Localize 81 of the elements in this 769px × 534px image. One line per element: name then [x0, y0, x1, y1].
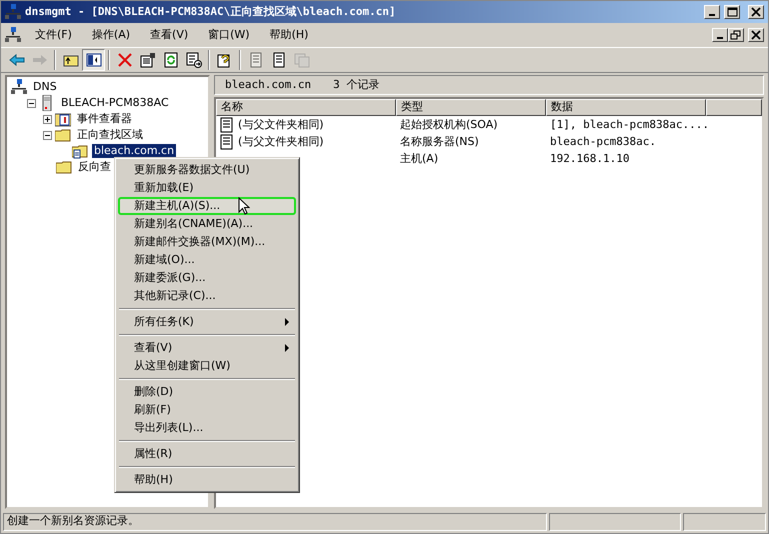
- menu-item[interactable]: 所有任务(K): [118, 313, 296, 331]
- menu-item[interactable]: 新建域(O)...: [118, 251, 296, 269]
- collapse-icon[interactable]: [27, 98, 36, 108]
- pane-icon: [86, 52, 102, 68]
- maximize-icon: [726, 7, 738, 17]
- menu-item[interactable]: 刷新(F): [118, 401, 296, 419]
- expand-icon[interactable]: [43, 114, 52, 124]
- tree-item[interactable]: bleach.com.cn: [92, 144, 176, 158]
- tree-item[interactable]: BLEACH-PCM838AC: [59, 96, 171, 110]
- record-icon: [220, 116, 234, 132]
- record-icon: [248, 52, 264, 68]
- restore-icon: [730, 30, 742, 40]
- submenu-arrow-icon: [285, 318, 290, 326]
- help-icon: [216, 52, 232, 68]
- minimize-button[interactable]: [704, 5, 720, 19]
- column-header[interactable]: 名称: [216, 99, 396, 116]
- zone-folder-icon: [72, 143, 88, 159]
- close-button[interactable]: [748, 5, 764, 19]
- table-cell-text: [1], bleach-pcm838ac....: [549, 118, 709, 132]
- menu-item[interactable]: 帮助(H): [118, 471, 296, 489]
- table-cell-text: (与父文件夹相同): [237, 134, 324, 148]
- close-button[interactable]: [748, 28, 764, 42]
- record-icon: [220, 134, 234, 150]
- back-arrow-icon: [8, 52, 24, 68]
- minimize-icon: [717, 37, 723, 39]
- menu-item[interactable]: 文件(F): [29, 28, 78, 42]
- table-cell-text: 主机(A): [399, 152, 440, 166]
- column-header[interactable]: 类型: [396, 99, 546, 116]
- folder-icon: [55, 127, 71, 143]
- app-icon: [5, 27, 21, 43]
- menu-item[interactable]: 导出列表(L)...: [118, 419, 296, 437]
- record-icon: [270, 52, 286, 68]
- minimize-button[interactable]: [712, 28, 728, 42]
- delete-icon: [116, 52, 132, 68]
- record-count: 3 个记录: [333, 78, 380, 92]
- menu-item[interactable]: 新建委派(G)...: [118, 269, 296, 287]
- folder-icon: [56, 159, 72, 175]
- network-icon: [11, 79, 27, 95]
- table-cell-text: (与父文件夹相同): [237, 118, 324, 132]
- event-viewer-icon: [55, 111, 71, 127]
- menu-item[interactable]: 查看(V): [144, 28, 194, 42]
- tree-item[interactable]: DNS: [31, 80, 59, 94]
- menu-item[interactable]: 从这里创建窗口(W): [118, 357, 296, 375]
- restore-button[interactable]: [728, 28, 744, 42]
- refresh-icon: [162, 52, 178, 68]
- menu-item[interactable]: 窗口(W): [202, 28, 256, 42]
- menu-item[interactable]: 新建主机(A)(S)...: [118, 197, 296, 215]
- tree-item[interactable]: 事件查看器: [75, 112, 134, 126]
- window-title: dnsmgmt - [DNS\BLEACH-PCM838AC\正向查找区域\bleach.com.cn]: [25, 5, 397, 19]
- close-icon: [750, 7, 762, 17]
- pane-button[interactable]: [82, 49, 105, 71]
- tree-item[interactable]: 反向查: [76, 160, 113, 174]
- tree-item[interactable]: 正向查找区域: [75, 128, 145, 142]
- menu-item[interactable]: 删除(D): [118, 383, 296, 401]
- export-list-icon: [186, 52, 202, 68]
- menu-item[interactable]: 重新加载(E): [118, 179, 296, 197]
- menu-item[interactable]: 新建别名(CNAME)(A)...: [118, 215, 296, 233]
- forward-arrow-icon: [32, 52, 48, 68]
- minimize-icon: [709, 14, 715, 16]
- status-text: 创建一个新别名资源记录。: [3, 513, 547, 531]
- menu-item[interactable]: 帮助(H): [264, 28, 314, 42]
- submenu-arrow-icon: [285, 344, 290, 352]
- menu-item[interactable]: 其他新记录(C)...: [118, 287, 296, 305]
- column-header[interactable]: 数据: [546, 99, 706, 116]
- menu-item[interactable]: 新建邮件交换器(MX)(M)...: [118, 233, 296, 251]
- app-icon: [5, 4, 21, 20]
- table-cell-text: 名称服务器(NS): [399, 134, 480, 148]
- table-cell-text: bleach-pcm838ac.: [549, 134, 656, 148]
- records-icon: [294, 52, 310, 68]
- menu-item[interactable]: 操作(A): [86, 28, 136, 42]
- menu-item[interactable]: 查看(V): [118, 339, 296, 357]
- collapse-icon[interactable]: [43, 130, 52, 140]
- menu-item[interactable]: 属性(R): [118, 445, 296, 463]
- properties-icon: [140, 52, 156, 68]
- close-icon: [750, 30, 762, 40]
- table-cell-text: 192.168.1.10: [549, 152, 630, 166]
- pane-title: bleach.com.cn: [225, 78, 312, 92]
- menu-item[interactable]: 更新服务器数据文件(U): [118, 161, 296, 179]
- cursor-icon: [238, 197, 250, 215]
- maximize-button[interactable]: [724, 5, 740, 19]
- table-cell-text: 起始授权机构(SOA): [399, 118, 499, 132]
